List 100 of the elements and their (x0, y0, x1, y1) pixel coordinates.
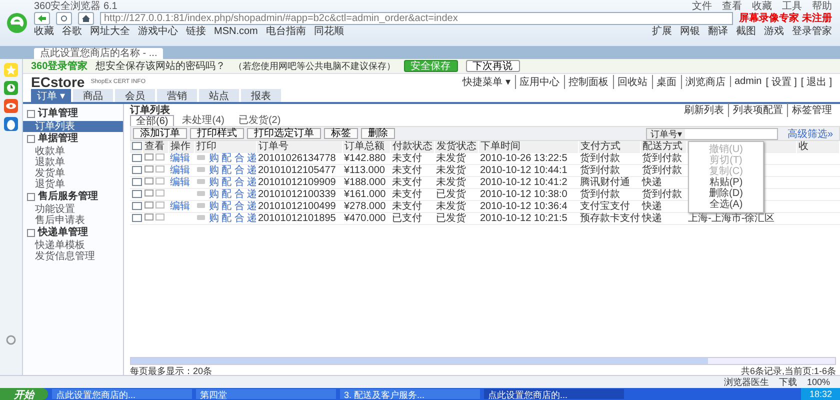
menu-item[interactable]: 工具 (782, 0, 802, 12)
nav-tab[interactable]: 站点 (199, 89, 239, 102)
sidebar-group-title[interactable]: 单据管理 (38, 133, 78, 145)
sidebar-group-title[interactable]: 售后服务管理 (38, 191, 98, 203)
view-icons[interactable] (144, 213, 166, 221)
horizontal-scrollbar[interactable] (130, 357, 836, 365)
filter-tab[interactable]: 全部(6) (130, 115, 174, 126)
status-item[interactable]: 下载 (778, 376, 797, 388)
header-link[interactable]: [ 设置 ] (766, 74, 797, 88)
header-link[interactable]: 回收站 (612, 74, 648, 88)
toolbar-item[interactable]: 扩展 (652, 24, 672, 38)
select-all-checkbox[interactable] (132, 142, 141, 150)
bookmark-link[interactable]: 收藏 (34, 24, 54, 38)
filter-tab[interactable]: 未处理(4) (176, 115, 230, 126)
status-item[interactable]: 100% (806, 377, 830, 387)
context-menu-item[interactable]: 粘贴(P) (689, 177, 763, 188)
bookmark-link[interactable]: 谷歌 (62, 24, 82, 38)
toolbar-button[interactable]: 打印选定订单 (247, 128, 321, 139)
bookmark-link[interactable]: 网址大全 (90, 24, 130, 38)
sidebar-item[interactable]: 发货单 (23, 168, 123, 179)
menu-item[interactable]: 帮助 (812, 0, 832, 12)
bookmark-link[interactable]: 同花顺 (314, 24, 344, 38)
nav-tab[interactable]: 报表 (241, 89, 281, 102)
header-link[interactable]: [ 退出 ] (800, 74, 832, 88)
collapse-icon[interactable] (27, 193, 35, 201)
row-checkbox[interactable] (132, 154, 142, 162)
bookmark-link[interactable]: MSN.com (214, 26, 258, 36)
sidebar-item[interactable]: 功能设置 (23, 204, 123, 215)
row-checkbox[interactable] (132, 214, 142, 222)
edit-link[interactable]: 编辑 (170, 177, 190, 188)
menu-item[interactable]: 查看 (722, 0, 742, 12)
header-link[interactable]: 浏览商店 (680, 74, 726, 88)
bookmark-link[interactable]: 链接 (186, 24, 206, 38)
sidebar-item[interactable]: 发货信息管理 (23, 251, 123, 262)
nav-tab[interactable]: 商品 (73, 89, 113, 102)
toolbar-button[interactable]: 标签 (324, 128, 358, 139)
toolbar-button[interactable]: 添加订单 (133, 128, 187, 139)
toolbar-button[interactable]: 打印样式 (190, 128, 244, 139)
collapse-icon[interactable] (27, 229, 35, 237)
view-icons[interactable] (144, 177, 166, 185)
menu-item[interactable]: 收藏 (752, 0, 772, 12)
address-field[interactable]: http://127.0.0.1:81/index.php/shopadmin/#app=b2c&ctl=admin_order&act=index (100, 12, 734, 24)
header-link[interactable]: 桌面 (652, 74, 676, 88)
context-menu-item[interactable]: 全选(A) (689, 199, 763, 210)
toolbar-item[interactable]: 登录管家 (792, 24, 832, 38)
bookmark-link[interactable]: 电台指南 (266, 24, 306, 38)
home-icon[interactable] (78, 12, 94, 24)
row-checkbox[interactable] (132, 178, 142, 186)
start-button[interactable]: 开始 (0, 388, 48, 400)
sidebar-item[interactable]: 收款单 (23, 146, 123, 157)
bookmark-link[interactable]: 游戏中心 (138, 24, 178, 38)
back-icon[interactable] (34, 12, 50, 24)
list-action-link[interactable]: 列表项配置 (728, 102, 783, 116)
header-link[interactable]: 快捷菜单 ▾ (462, 74, 510, 88)
clock-icon[interactable] (4, 81, 18, 95)
list-action-link[interactable]: 标签管理 (787, 102, 832, 116)
edit-link[interactable]: 编辑 (170, 153, 190, 164)
row-checkbox[interactable] (132, 166, 142, 174)
list-action-link[interactable]: 刷新列表 (684, 102, 724, 116)
context-menu-item[interactable]: 删除(D) (689, 188, 763, 199)
view-icons[interactable] (144, 165, 166, 173)
advanced-filter-link[interactable]: 高级筛选» (781, 126, 839, 140)
view-icons[interactable] (144, 153, 166, 161)
row-checkbox[interactable] (132, 202, 142, 210)
nav-tab[interactable]: 营销 (157, 89, 197, 102)
collapse-icon[interactable] (27, 110, 35, 118)
header-link[interactable]: 应用中心 (514, 74, 560, 88)
toolbar-button[interactable]: 删除 (361, 128, 395, 139)
view-icons[interactable] (144, 201, 166, 209)
view-icons[interactable] (144, 189, 166, 197)
nav-tab[interactable]: 订单 ▾ (31, 89, 71, 102)
toolbar-item[interactable]: 截图 (736, 24, 756, 38)
collapse-icon[interactable] (27, 135, 35, 143)
sidebar-item[interactable]: 退款单 (23, 157, 123, 168)
header-link[interactable]: 控制面板 (564, 74, 608, 88)
taskbar-item[interactable]: 第四堂 (196, 389, 336, 399)
refresh-icon[interactable] (56, 12, 72, 24)
taskbar-item[interactable]: 3. 配送及客户服务... (340, 389, 480, 399)
filter-tab[interactable]: 已发货(2) (232, 115, 287, 126)
menu-item[interactable]: 文件 (692, 0, 712, 12)
sidebar-item[interactable]: 订单列表 (23, 121, 123, 132)
sidebar-item[interactable]: 售后申请表 (23, 215, 123, 226)
sidebar-item[interactable]: 快递单模板 (23, 240, 123, 251)
eye-icon[interactable] (4, 99, 18, 113)
row-checkbox[interactable] (132, 190, 142, 198)
later-button[interactable]: 下次再说 (466, 60, 520, 72)
toolbar-item[interactable]: 网银 (680, 24, 700, 38)
browser-tab[interactable]: 点此设置您商店的名称 - ... (34, 48, 164, 59)
sidebar-item[interactable]: 退货单 (23, 179, 123, 190)
search-field[interactable]: 订单号▾ (646, 128, 778, 140)
toolbar-item[interactable]: 游戏 (764, 24, 784, 38)
status-item[interactable]: 浏览器医生 (724, 376, 769, 388)
star-icon[interactable] (4, 63, 18, 77)
edit-link[interactable]: 编辑 (170, 165, 190, 176)
toolbar-item[interactable]: 翻译 (708, 24, 728, 38)
settings-icon[interactable] (6, 335, 16, 345)
sidebar-group-title[interactable]: 订单管理 (38, 108, 78, 120)
nav-tab[interactable]: 会员 (115, 89, 155, 102)
sidebar-group-title[interactable]: 快递单管理 (38, 227, 88, 239)
edit-link[interactable]: 编辑 (170, 201, 190, 212)
